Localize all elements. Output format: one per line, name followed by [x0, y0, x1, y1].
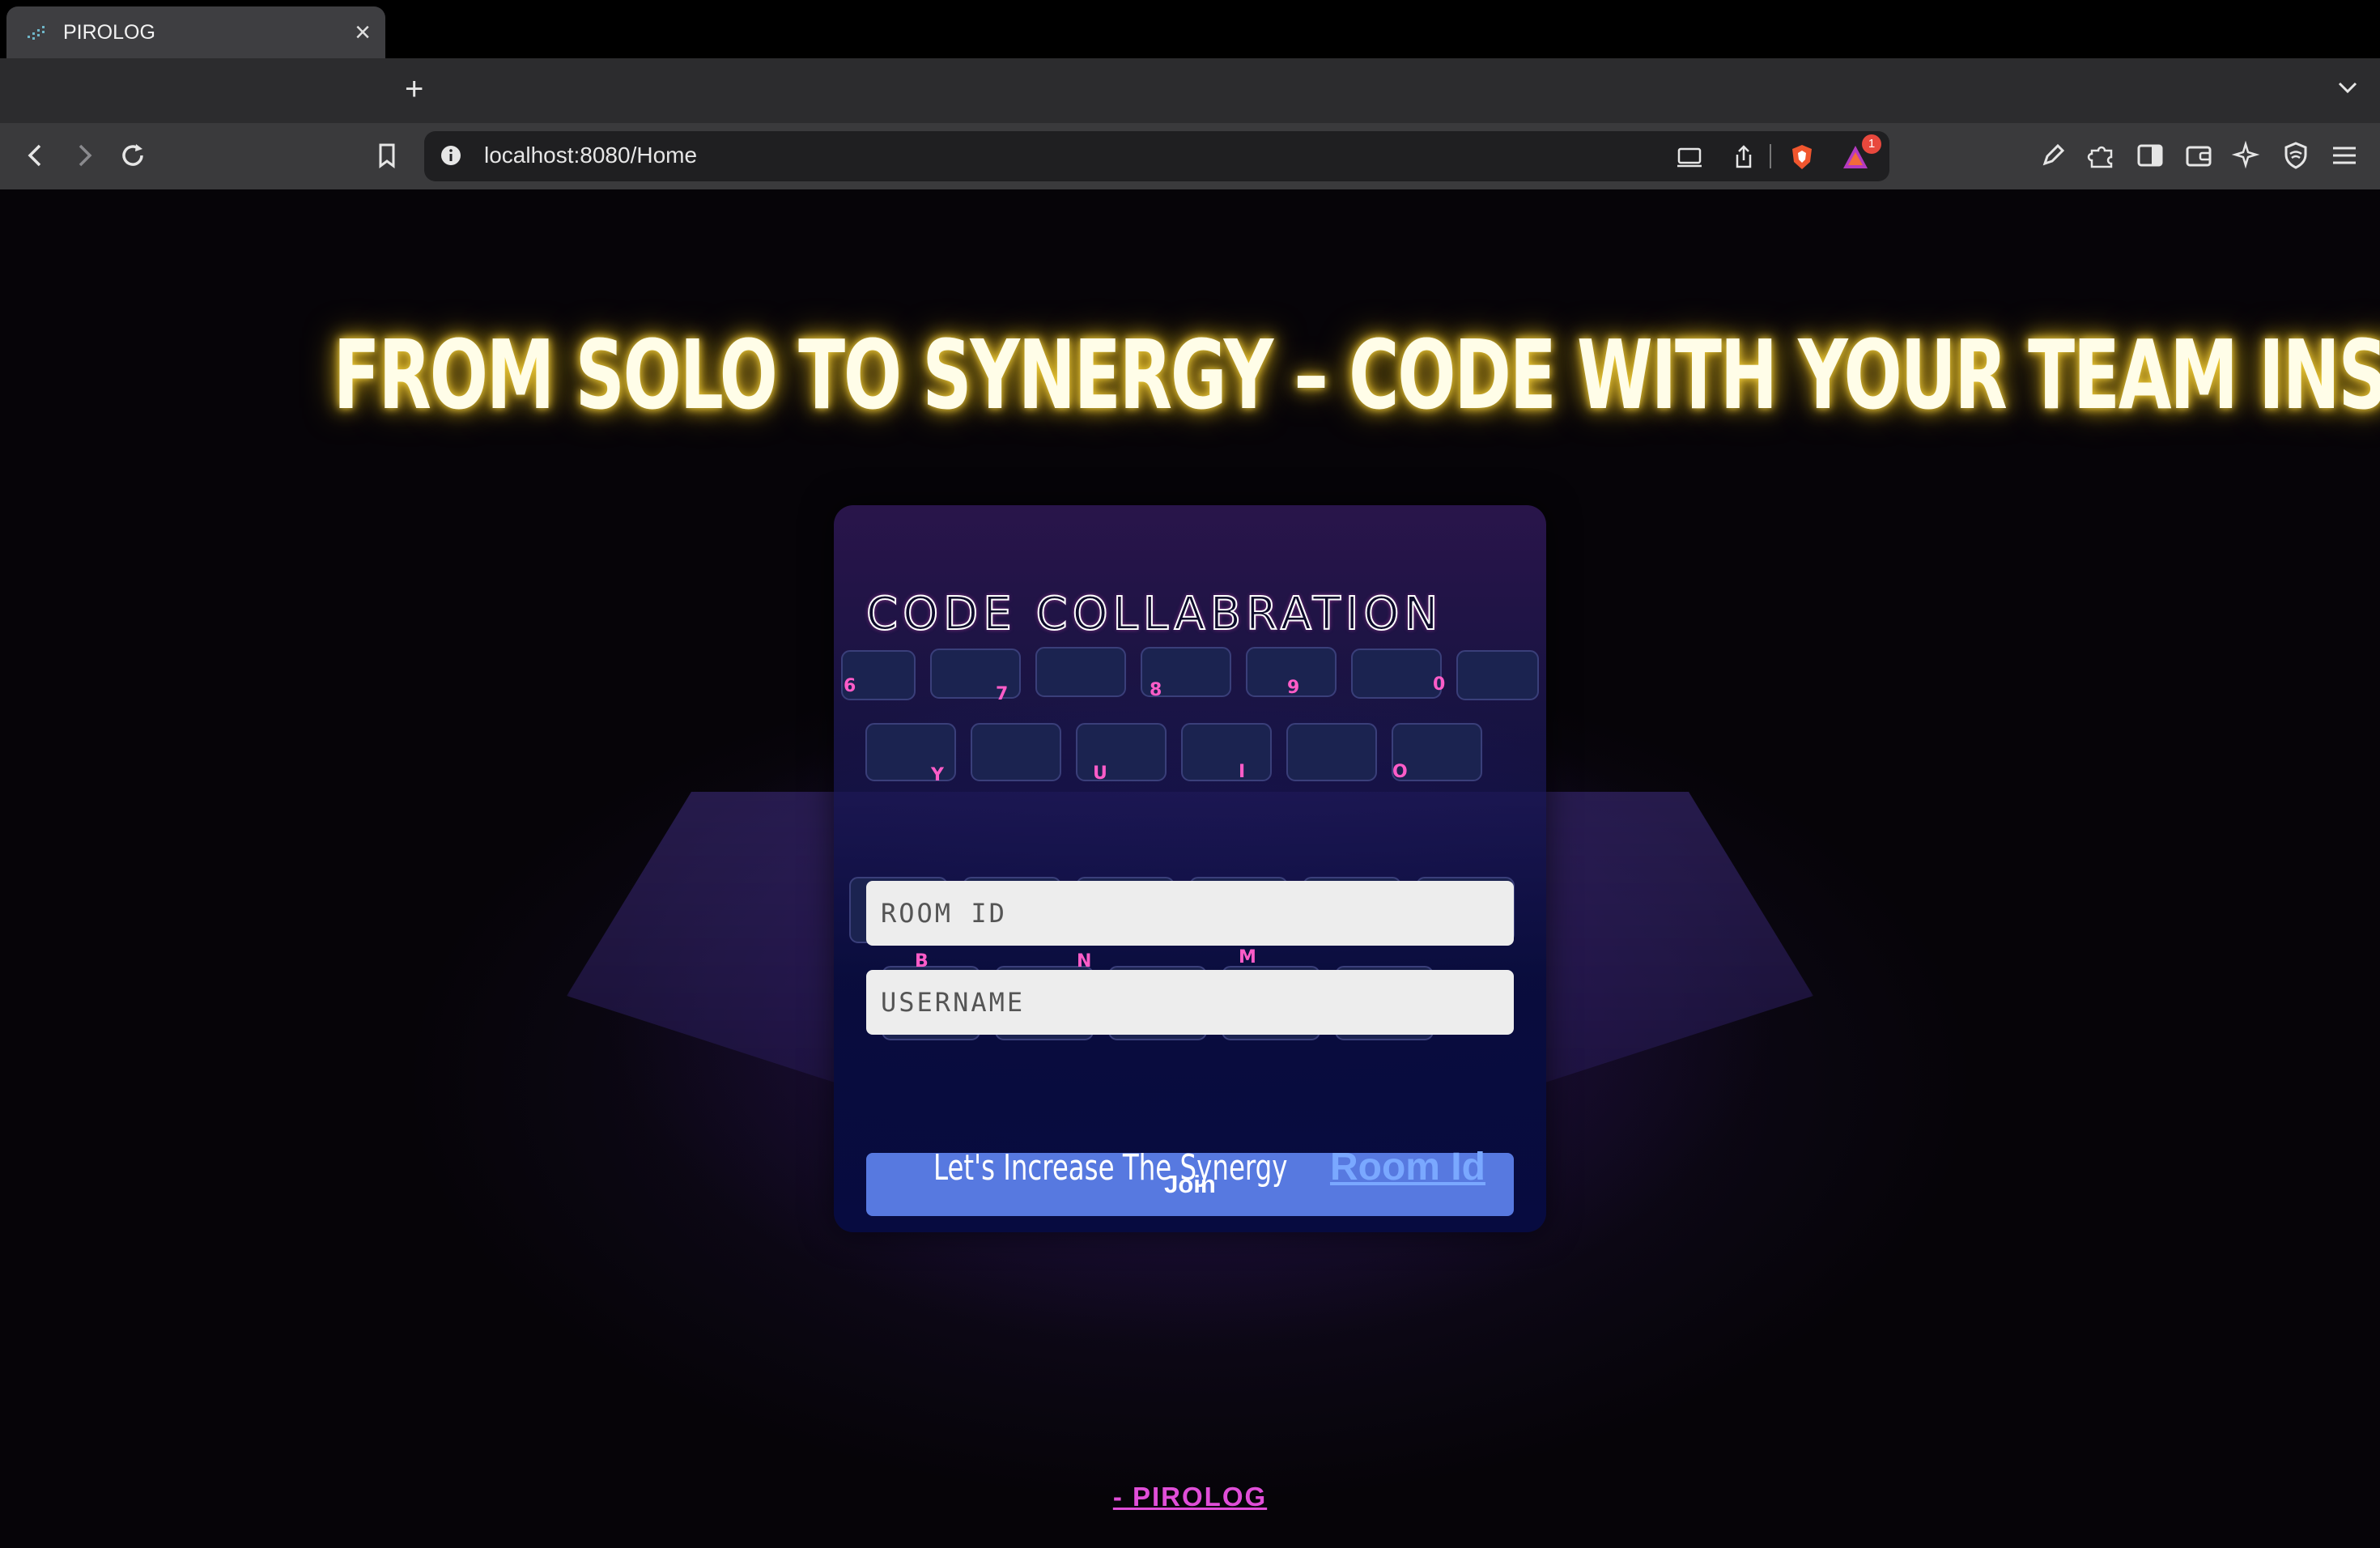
forward-icon[interactable]: [68, 139, 100, 172]
join-room-card: 678 90 YUI O BNM CODE COLLABRATION Join: [834, 505, 1546, 1232]
url-text: localhost:8080/Home: [484, 142, 698, 168]
room-id-input[interactable]: [866, 881, 1514, 946]
svg-text:M: M: [1239, 947, 1256, 968]
tab-list-icon[interactable]: [2331, 71, 2364, 104]
svg-text:8: 8: [1150, 680, 1162, 700]
svg-text:O: O: [1392, 762, 1408, 782]
vpn-icon[interactable]: [2280, 139, 2312, 172]
svg-text:U: U: [1093, 763, 1107, 784]
tagline-text: Let's Increase The Synergy: [933, 1147, 1288, 1189]
tab-title: PIROLOG: [63, 21, 155, 44]
svg-text:N: N: [1077, 951, 1091, 972]
menu-icon[interactable]: [2328, 139, 2361, 172]
room-id-link[interactable]: Room Id: [1330, 1146, 1485, 1189]
brave-shields-icon[interactable]: [1787, 142, 1817, 172]
hero-headline: FROM SOLO TO SYNERGY – CODE WITH YOUR TE…: [333, 319, 2380, 431]
wallet-icon[interactable]: [2182, 139, 2215, 172]
favicon-icon: [28, 26, 45, 40]
tab-bar: [0, 58, 2380, 123]
notification-badge: 1: [1862, 134, 1881, 154]
page-viewport: FROM SOLO TO SYNERGY – CODE WITH YOUR TE…: [0, 189, 2380, 1548]
install-app-icon[interactable]: [1676, 142, 1705, 172]
svg-text:6: 6: [844, 676, 856, 696]
username-input[interactable]: [866, 970, 1514, 1035]
svg-text:I: I: [1239, 762, 1245, 782]
reload-icon[interactable]: [117, 139, 149, 172]
new-tab-button[interactable]: +: [405, 66, 423, 112]
tagline: Let's Increase The Synergy Room Id: [0, 1145, 2380, 1189]
edit-icon[interactable]: [2037, 139, 2069, 172]
toolbar-divider: [1770, 144, 1771, 168]
svg-text:Y: Y: [930, 765, 945, 785]
site-info-icon[interactable]: [439, 143, 463, 168]
back-icon[interactable]: [19, 139, 52, 172]
svg-text:B: B: [915, 951, 929, 972]
svg-text:9: 9: [1287, 678, 1299, 698]
tab-close-button[interactable]: ×: [355, 16, 371, 49]
share-icon[interactable]: [1729, 142, 1758, 172]
address-bar[interactable]: localhost:8080/Home: [424, 131, 1889, 181]
leo-ai-icon[interactable]: [2231, 139, 2263, 172]
svg-text:7: 7: [996, 684, 1008, 704]
pirolog-footer-link[interactable]: - PIROLOG: [0, 1482, 2380, 1512]
extensions-icon[interactable]: [2085, 139, 2118, 172]
card-title: CODE COLLABRATION: [865, 587, 1443, 641]
svg-text:0: 0: [1433, 674, 1445, 695]
bookmark-icon[interactable]: [371, 139, 403, 172]
tab-pirolog[interactable]: PIROLOG ×: [6, 6, 385, 58]
sidebar-icon[interactable]: [2134, 139, 2166, 172]
